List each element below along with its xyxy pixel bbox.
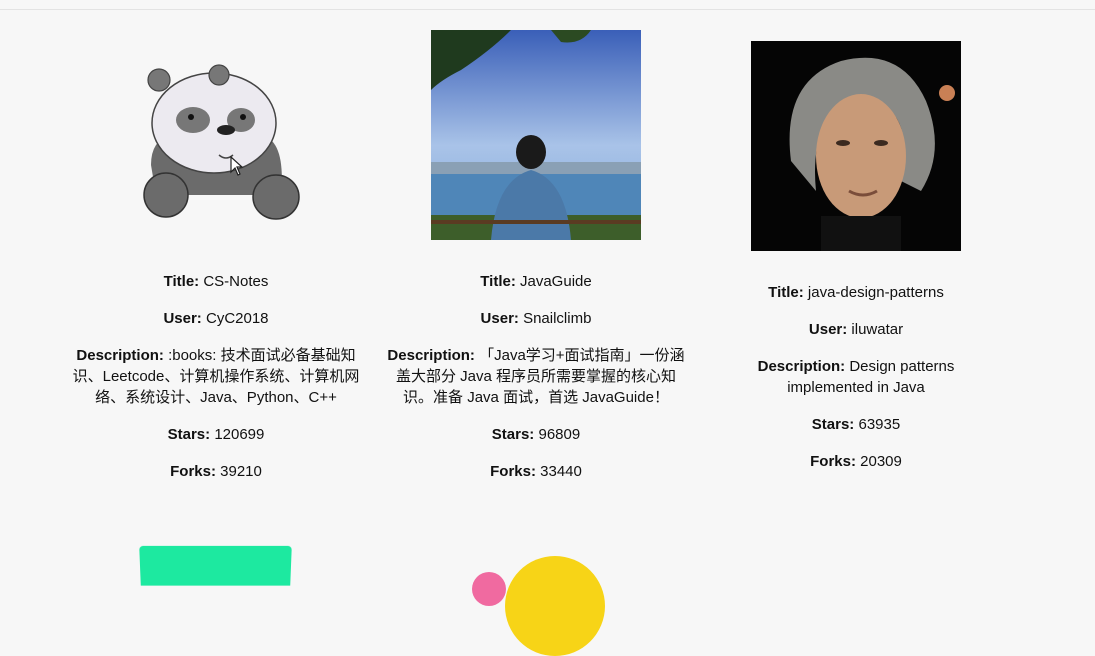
user-value: iluwatar: [851, 321, 904, 338]
repo-user: User: CyC2018: [66, 308, 366, 329]
title-label: Title:: [480, 273, 516, 290]
seaside-photo-avatar: [431, 30, 641, 240]
repo-description: Description: 「Java学习+面试指南」一份涵盖大部分 Java 程…: [386, 345, 686, 408]
user-label: User:: [808, 321, 848, 338]
forks-value: 39210: [220, 463, 262, 480]
stars-value: 120699: [214, 426, 265, 443]
forks-value: 33440: [540, 463, 582, 480]
next-card-avatar: [505, 556, 605, 656]
repo-description: Description: :books: 技术面试必备基础知识、Leetcode…: [66, 345, 366, 408]
repo-forks: Forks: 33440: [386, 461, 686, 482]
repo-stars: Stars: 120699: [66, 424, 366, 445]
user-label: User:: [163, 310, 202, 327]
repo-stars: Stars: 63935: [706, 414, 1006, 435]
user-label: User:: [480, 310, 519, 327]
next-card-avatar-accent: [472, 572, 506, 606]
repo-user: User: iluwatar: [706, 319, 1006, 340]
forks-label: Forks:: [170, 463, 216, 480]
mouse-cursor-icon: [230, 156, 244, 176]
repo-forks: Forks: 39210: [66, 461, 366, 482]
user-value: Snailclimb: [523, 310, 592, 327]
repo-user: User: Snailclimb: [386, 308, 686, 329]
repo-forks: Forks: 20309: [706, 451, 1006, 472]
forks-label: Forks:: [810, 453, 856, 470]
next-card-avatar: [139, 545, 292, 586]
title-value: CS-Notes: [203, 273, 269, 290]
user-value: CyC2018: [205, 310, 269, 327]
description-label: Description:: [76, 347, 164, 364]
title-value: JavaGuide: [520, 273, 592, 290]
panda-avatar-icon: [111, 45, 321, 255]
repo-title: Title: CS-Notes: [66, 271, 366, 292]
title-label: Title:: [163, 273, 200, 290]
description-label: Description:: [387, 347, 475, 364]
top-divider: [0, 9, 1095, 10]
forks-value: 20309: [860, 453, 902, 470]
stars-label: Stars:: [811, 416, 855, 433]
forks-label: Forks:: [490, 463, 536, 480]
repo-title: Title: JavaGuide: [386, 271, 686, 292]
stars-label: Stars:: [167, 426, 211, 443]
title-value: java-design-patterns: [807, 284, 944, 301]
stars-value: 96809: [538, 426, 581, 443]
repo-stars: Stars: 96809: [386, 424, 686, 445]
stars-label: Stars:: [491, 426, 535, 443]
repo-title: Title: java-design-patterns: [706, 282, 1006, 303]
repo-description: Description: Design patterns implemented…: [706, 356, 1006, 398]
stars-value: 63935: [858, 416, 901, 433]
description-label: Description:: [757, 358, 846, 375]
portrait-photo-avatar: [751, 41, 961, 251]
title-label: Title:: [768, 284, 804, 301]
